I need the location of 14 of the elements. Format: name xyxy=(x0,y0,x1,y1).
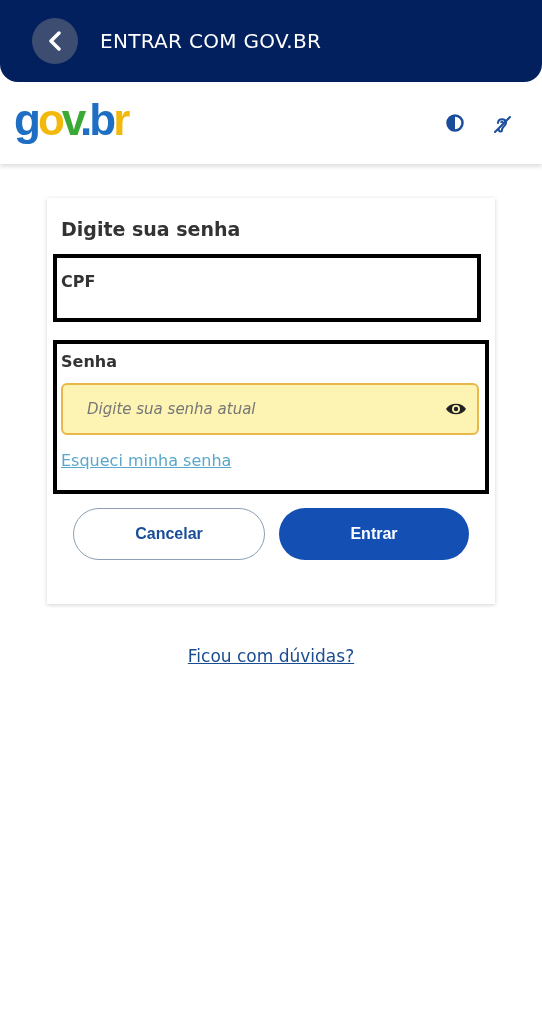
hearing-icon[interactable] xyxy=(492,114,512,134)
logo: gov.br xyxy=(14,98,128,142)
help-link[interactable]: Ficou com dúvidas? xyxy=(187,646,355,666)
password-field[interactable]: Digite sua senha atual xyxy=(61,383,479,435)
password-label: Senha xyxy=(61,352,117,371)
contrast-icon[interactable] xyxy=(446,114,464,134)
app-bar-title: ENTRAR COM GOV.BR xyxy=(100,29,322,53)
enter-button[interactable]: Entrar xyxy=(279,508,469,560)
cancel-button[interactable]: Cancelar xyxy=(73,508,265,560)
chevron-left-icon xyxy=(47,31,63,51)
back-button[interactable] xyxy=(32,18,78,64)
cpf-label: CPF xyxy=(61,272,96,291)
card-title: Digite sua senha xyxy=(61,218,241,240)
eye-icon[interactable] xyxy=(445,402,467,416)
